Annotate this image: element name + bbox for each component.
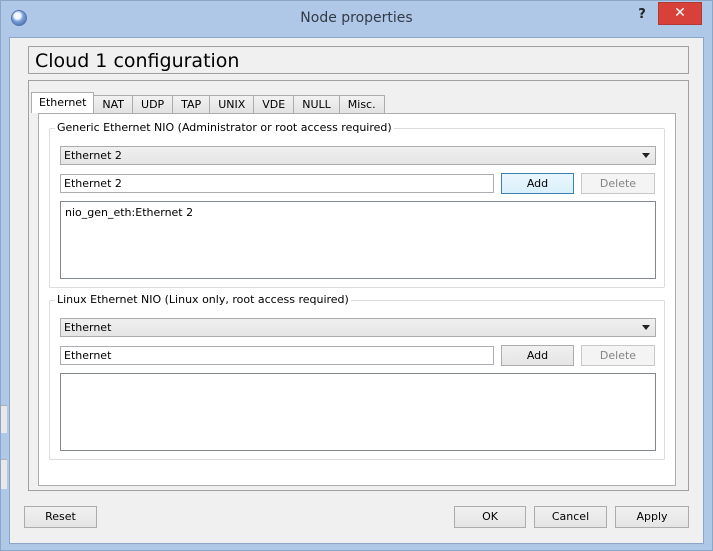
ok-button[interactable]: OK	[454, 506, 526, 528]
close-icon: ✕	[674, 5, 686, 21]
window-title: Node properties	[300, 10, 413, 26]
close-button[interactable]: ✕	[658, 2, 702, 25]
background-window-fragment	[1, 459, 7, 489]
tab-null[interactable]: NULL	[293, 95, 340, 113]
generic-ethernet-group-title: Generic Ethernet NIO (Administrator or r…	[55, 121, 394, 134]
generic-ethernet-field[interactable]: Ethernet 2	[60, 174, 494, 193]
page-title: Cloud 1 configuration	[35, 50, 240, 72]
title-bar[interactable]: Node properties ? ✕	[1, 1, 712, 37]
generic-nio-list[interactable]: nio_gen_eth:Ethernet 2	[60, 201, 656, 279]
header-box: Cloud 1 configuration	[28, 46, 689, 74]
node-properties-window: Node properties ? ✕ Cloud 1 configuratio…	[0, 0, 713, 551]
dialog-client-area: Cloud 1 configuration Ethernet NAT UDP T…	[9, 37, 704, 544]
linux-delete-button[interactable]: Delete	[581, 345, 655, 366]
generic-ethernet-select[interactable]: Ethernet 2	[60, 146, 656, 165]
tab-vde[interactable]: VDE	[253, 95, 295, 113]
tab-tap[interactable]: TAP	[172, 95, 211, 113]
linux-add-button[interactable]: Add	[501, 345, 574, 366]
linux-ethernet-group: Linux Ethernet NIO (Linux only, root acc…	[49, 293, 665, 460]
help-button[interactable]: ?	[629, 5, 655, 25]
linux-ethernet-select[interactable]: Ethernet	[60, 318, 656, 337]
generic-ethernet-group: Generic Ethernet NIO (Administrator or r…	[49, 121, 665, 288]
chevron-down-icon	[642, 153, 650, 158]
linux-ethernet-select-value: Ethernet	[64, 321, 112, 334]
tab-misc[interactable]: Misc.	[338, 95, 385, 113]
linux-ethernet-field[interactable]: Ethernet	[60, 346, 494, 365]
generic-delete-button[interactable]: Delete	[581, 173, 655, 194]
linux-nio-list[interactable]	[60, 373, 656, 451]
apply-button[interactable]: Apply	[615, 506, 689, 528]
background-window-fragment	[1, 405, 7, 433]
list-item[interactable]: nio_gen_eth:Ethernet 2	[65, 206, 193, 219]
tab-nat[interactable]: NAT	[93, 95, 134, 113]
tab-ethernet[interactable]: Ethernet	[31, 92, 95, 113]
generic-ethernet-select-value: Ethernet 2	[64, 149, 122, 162]
ethernet-tab-panel: Generic Ethernet NIO (Administrator or r…	[38, 113, 676, 486]
tab-udp[interactable]: UDP	[132, 95, 174, 113]
linux-ethernet-group-title: Linux Ethernet NIO (Linux only, root acc…	[55, 293, 351, 306]
tab-bar: Ethernet NAT UDP TAP UNIX VDE NULL Misc.	[31, 92, 385, 113]
cancel-button[interactable]: Cancel	[534, 506, 607, 528]
chevron-down-icon	[642, 325, 650, 330]
tab-unix[interactable]: UNIX	[209, 95, 255, 113]
generic-add-button[interactable]: Add	[501, 173, 574, 194]
reset-button[interactable]: Reset	[24, 506, 97, 528]
